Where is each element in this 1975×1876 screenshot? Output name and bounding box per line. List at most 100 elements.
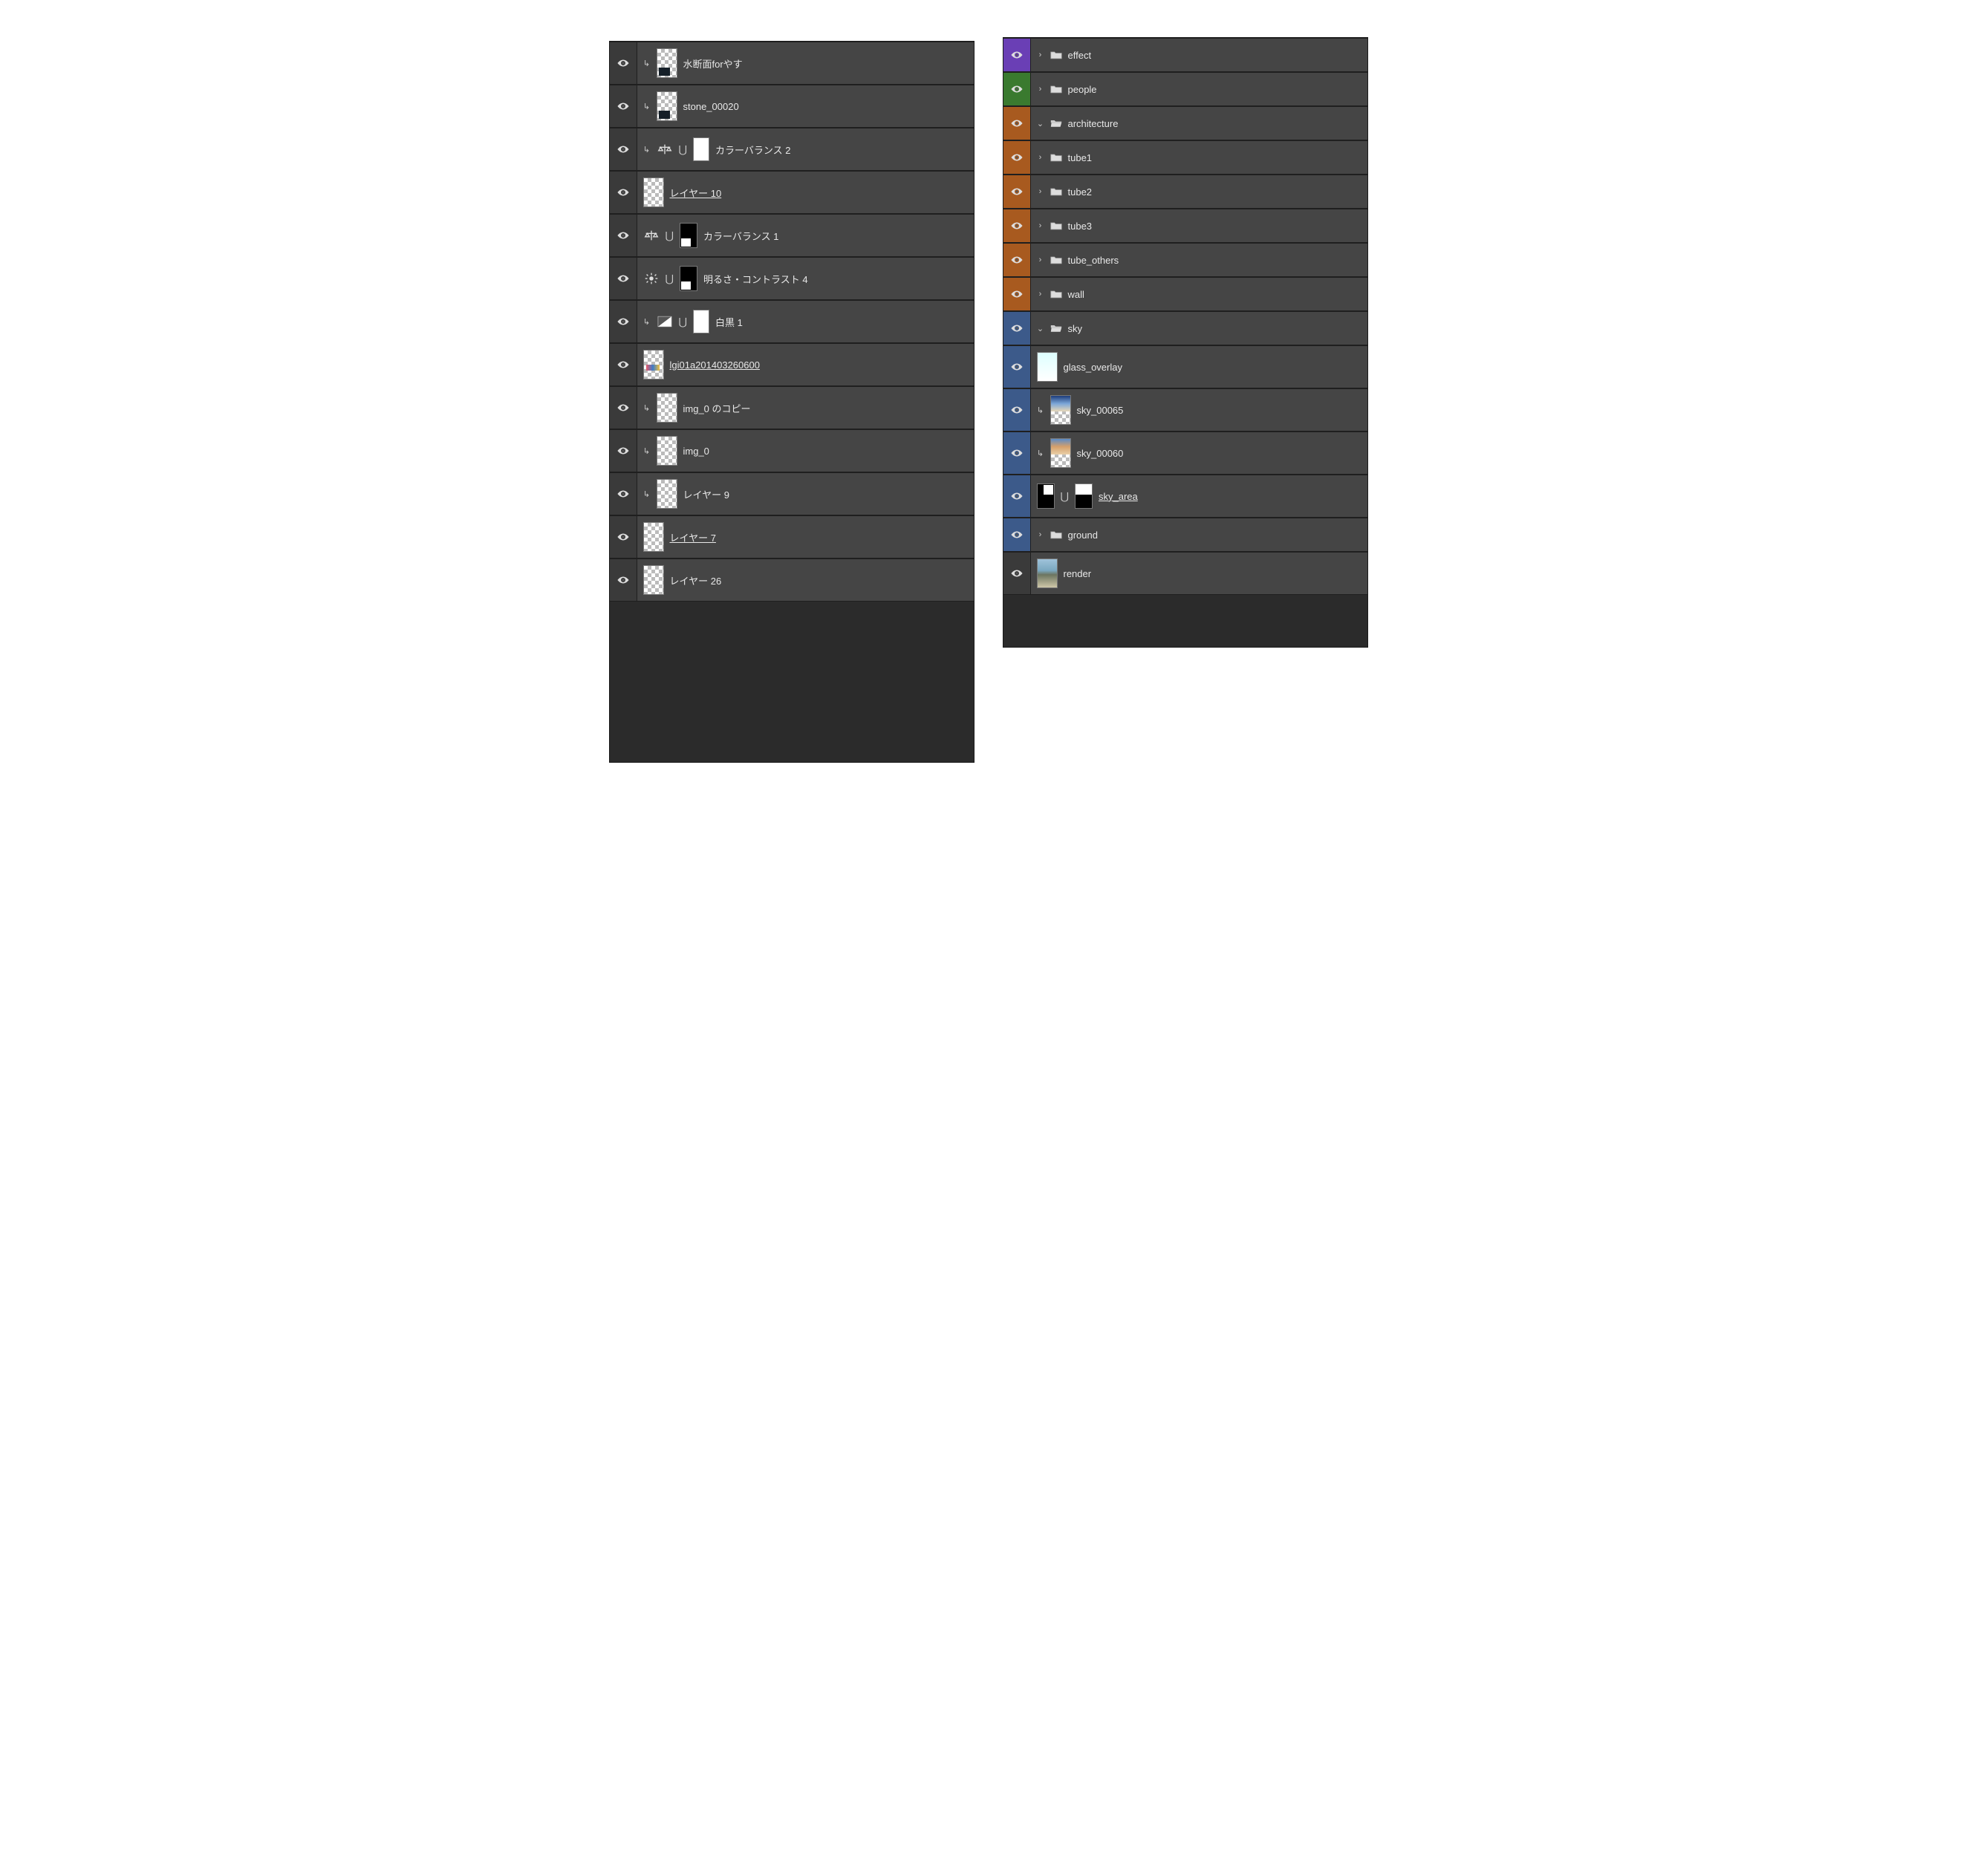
layer-thumbnail[interactable]	[1037, 352, 1058, 382]
layer-group-row[interactable]: › tube2	[1003, 175, 1367, 209]
layer-thumbnail[interactable]	[643, 522, 664, 552]
layer-thumbnail[interactable]	[1050, 438, 1071, 468]
visibility-toggle[interactable]	[1003, 175, 1031, 208]
visibility-toggle[interactable]	[1003, 39, 1031, 71]
layer-row[interactable]: ↳img_0	[610, 429, 974, 472]
layer-name[interactable]: tube_others	[1068, 255, 1119, 266]
layer-thumbnail[interactable]	[643, 565, 664, 595]
visibility-toggle[interactable]	[1003, 475, 1031, 517]
chevron-right-icon[interactable]: ›	[1037, 530, 1044, 539]
layer-name[interactable]: カラーバランス 1	[703, 229, 778, 243]
layer-mask-thumbnail[interactable]	[680, 223, 697, 248]
layer-group-row[interactable]: ⌄ sky	[1003, 311, 1367, 345]
visibility-toggle[interactable]	[1003, 389, 1031, 431]
layer-name[interactable]: img_0	[683, 446, 709, 457]
layer-thumbnail[interactable]	[1037, 558, 1058, 588]
chevron-right-icon[interactable]: ›	[1037, 85, 1044, 94]
layer-name[interactable]: img_0 のコピー	[683, 401, 751, 415]
visibility-toggle[interactable]	[610, 172, 637, 213]
visibility-toggle[interactable]	[610, 430, 637, 472]
layer-name[interactable]: wall	[1068, 289, 1084, 300]
chevron-right-icon[interactable]: ›	[1037, 221, 1044, 230]
layer-name[interactable]: sky	[1068, 323, 1083, 334]
layer-name[interactable]: レイヤー 26	[670, 573, 722, 587]
layer-name[interactable]: tube3	[1068, 221, 1093, 232]
layers-panel-left[interactable]: ↳水断面forやす↳stone_00020↳⋃カラーバランス 2 レイヤー 10 ⋃…	[609, 41, 975, 763]
visibility-toggle[interactable]	[610, 344, 637, 385]
layer-row[interactable]: render	[1003, 552, 1367, 595]
layer-row[interactable]: ↳⋃カラーバランス 2	[610, 128, 974, 171]
visibility-toggle[interactable]	[1003, 73, 1031, 105]
visibility-toggle[interactable]	[1003, 141, 1031, 174]
layer-name[interactable]: tube2	[1068, 186, 1093, 198]
layer-row[interactable]: ⋃sky_area	[1003, 475, 1367, 518]
layer-name[interactable]: カラーバランス 2	[715, 143, 790, 157]
layer-name[interactable]: tube1	[1068, 152, 1093, 163]
visibility-toggle[interactable]	[610, 559, 637, 601]
layer-group-row[interactable]: ›people	[1003, 72, 1367, 106]
layer-name[interactable]: effect	[1068, 50, 1092, 61]
layer-name[interactable]: 明るさ・コントラスト 4	[703, 272, 808, 286]
layer-name[interactable]: ground	[1068, 530, 1098, 541]
layer-name[interactable]: architecture	[1068, 118, 1119, 129]
visibility-toggle[interactable]	[1003, 432, 1031, 474]
chevron-right-icon[interactable]: ›	[1037, 187, 1044, 196]
visibility-toggle[interactable]	[1003, 312, 1031, 345]
visibility-toggle[interactable]	[610, 42, 637, 84]
layer-name[interactable]: stone_00020	[683, 101, 739, 112]
layer-group-row[interactable]: › ground	[1003, 518, 1367, 552]
layer-name[interactable]: lgi01a201403260600	[670, 359, 760, 371]
layer-mask-thumbnail[interactable]	[693, 310, 709, 333]
layer-name[interactable]: glass_overlay	[1064, 362, 1123, 373]
visibility-toggle[interactable]	[610, 258, 637, 299]
visibility-toggle[interactable]	[1003, 209, 1031, 242]
layer-row[interactable]: レイヤー 26	[610, 558, 974, 602]
layer-row[interactable]: lgi01a201403260600	[610, 343, 974, 386]
layer-row[interactable]: ↳レイヤー 9	[610, 472, 974, 515]
layer-row[interactable]: ⋃明るさ・コントラスト 4	[610, 257, 974, 300]
layer-name[interactable]: sky_area	[1099, 491, 1138, 502]
layer-row[interactable]: ↳sky_00065	[1003, 388, 1367, 431]
layer-group-row[interactable]: › tube3	[1003, 209, 1367, 243]
layer-thumbnail[interactable]	[1037, 483, 1055, 509]
layer-thumbnail[interactable]	[643, 350, 664, 380]
layer-row[interactable]: ↳sky_00060	[1003, 431, 1367, 475]
layer-name[interactable]: レイヤー 9	[683, 487, 729, 501]
layer-mask-thumbnail[interactable]	[693, 137, 709, 161]
layers-panel-right[interactable]: ›effect›people⌄architecture›tube1›tube2›…	[1003, 37, 1368, 648]
layer-row[interactable]: ↳stone_00020	[610, 85, 974, 128]
visibility-toggle[interactable]	[610, 301, 637, 342]
layer-mask-thumbnail[interactable]	[1075, 483, 1093, 509]
layer-group-row[interactable]: ⌄ architecture	[1003, 106, 1367, 140]
layer-row[interactable]: ⋃カラーバランス 1	[610, 214, 974, 257]
visibility-toggle[interactable]	[1003, 107, 1031, 140]
layer-row[interactable]: レイヤー 7	[610, 515, 974, 558]
layer-row[interactable]: レイヤー 10	[610, 171, 974, 214]
layer-name[interactable]: レイヤー 10	[670, 186, 722, 200]
visibility-toggle[interactable]	[1003, 553, 1031, 594]
visibility-toggle[interactable]	[610, 215, 637, 256]
layer-row[interactable]: ↳⋃白黒 1	[610, 300, 974, 343]
chevron-down-icon[interactable]: ⌄	[1037, 119, 1044, 128]
layer-thumbnail[interactable]	[657, 48, 677, 78]
chevron-right-icon[interactable]: ›	[1037, 51, 1044, 59]
layer-thumbnail[interactable]	[657, 393, 677, 423]
layer-name[interactable]: sky_00060	[1077, 448, 1124, 459]
visibility-toggle[interactable]	[1003, 518, 1031, 551]
chevron-right-icon[interactable]: ›	[1037, 255, 1044, 264]
visibility-toggle[interactable]	[1003, 244, 1031, 276]
visibility-toggle[interactable]	[610, 85, 637, 127]
chevron-right-icon[interactable]: ›	[1037, 153, 1044, 162]
layer-thumbnail[interactable]	[643, 177, 664, 207]
layer-name[interactable]: レイヤー 7	[670, 530, 716, 544]
visibility-toggle[interactable]	[610, 387, 637, 429]
visibility-toggle[interactable]	[610, 128, 637, 170]
visibility-toggle[interactable]	[1003, 346, 1031, 388]
chevron-down-icon[interactable]: ⌄	[1037, 324, 1044, 333]
chevron-right-icon[interactable]: ›	[1037, 290, 1044, 299]
visibility-toggle[interactable]	[610, 516, 637, 558]
layer-row[interactable]: ↳水断面forやす	[610, 42, 974, 85]
layer-name[interactable]: sky_00065	[1077, 405, 1124, 416]
layer-row[interactable]: glass_overlay	[1003, 345, 1367, 388]
layer-thumbnail[interactable]	[1050, 395, 1071, 425]
